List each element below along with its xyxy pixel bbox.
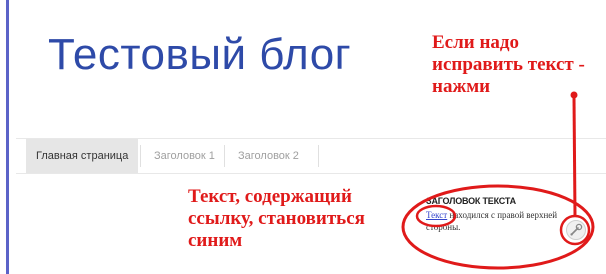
nav-divider xyxy=(140,145,141,167)
edit-hint-annotation: Если надо исправить текст - нажми xyxy=(432,32,606,98)
blog-title[interactable]: Тестовый блог xyxy=(48,30,351,80)
link-hint-line: синим xyxy=(188,230,243,252)
nav-divider xyxy=(318,145,319,167)
edit-hint-line: нажми xyxy=(432,75,491,97)
edit-hint-line: Если надо xyxy=(432,32,520,53)
text-widget: ЗАГОЛОВОК ТЕКСТА Текст находился с право… xyxy=(420,190,606,274)
nav-divider xyxy=(224,145,225,167)
link-hint-line: Текст, содержащий xyxy=(188,186,352,207)
nav-item-heading-2[interactable]: Заголовок 2 xyxy=(228,139,309,173)
page-left-border xyxy=(6,0,9,274)
edit-hint-line: исправить текст - xyxy=(432,53,585,75)
nav-item-home[interactable]: Главная страница xyxy=(26,139,139,173)
widget-link[interactable]: Текст xyxy=(426,210,447,220)
wrench-icon[interactable] xyxy=(566,220,586,240)
nav-item-heading-1[interactable]: Заголовок 1 xyxy=(144,139,225,173)
widget-heading: ЗАГОЛОВОК ТЕКСТА xyxy=(426,196,516,206)
widget-body: Текст находился с правой верхней стороны… xyxy=(426,210,576,233)
navigation-bar: Главная страница Заголовок 1 Заголовок 2 xyxy=(16,138,606,174)
link-hint-annotation: Текст, содержащий ссылку, становиться си… xyxy=(188,186,398,252)
link-hint-line: ссылку, становиться xyxy=(188,208,365,230)
